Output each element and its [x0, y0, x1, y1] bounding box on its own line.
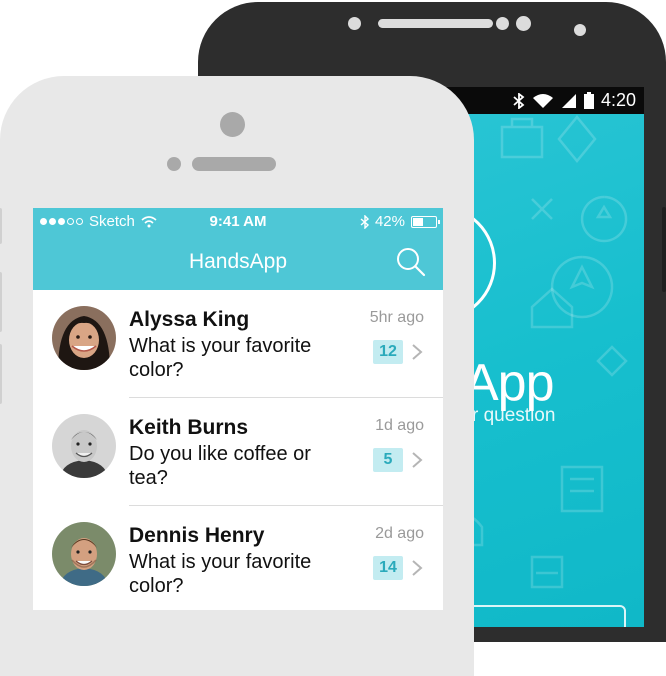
message-preview: Do you like coffee or tea? [129, 443, 311, 489]
timestamp: 2d ago [375, 525, 424, 542]
android-cta-button[interactable] [452, 605, 626, 627]
conversation-row[interactable]: Keith Burns Do you like coffee or tea? 1… [33, 398, 443, 506]
volume-down-button [0, 344, 2, 404]
bluetooth-icon [513, 92, 525, 109]
front-camera [220, 112, 245, 137]
contact-name: Alyssa King [129, 308, 250, 331]
battery-icon [583, 92, 594, 109]
chevron-right-icon [412, 452, 423, 468]
sensor-dot [496, 17, 509, 30]
android-status-time: 4:20 [600, 90, 636, 110]
contact-name: Dennis Henry [129, 524, 265, 547]
message-preview: What is your favorite color? [129, 551, 312, 597]
volume-up-button [0, 272, 2, 332]
avatar [52, 522, 116, 586]
front-camera [516, 16, 531, 31]
bluetooth-icon [360, 214, 369, 229]
sensor-dot [574, 24, 586, 36]
count-badge: 12 [373, 340, 403, 364]
search-icon[interactable] [395, 246, 427, 278]
wifi-icon [532, 93, 553, 108]
iphone-screen: Sketch 9:41 AM 42% HandsApp Alyssa King … [33, 208, 443, 610]
battery-level [413, 217, 424, 226]
conversation-row[interactable]: Alyssa King What is your favorite color?… [33, 290, 443, 398]
chevron-right-icon [412, 560, 423, 576]
speaker-grille [378, 19, 493, 28]
avatar [52, 414, 116, 478]
mute-switch [0, 208, 2, 244]
sensor-dot [348, 17, 361, 30]
chevron-right-icon [412, 344, 423, 360]
nav-title: HandsApp [188, 250, 288, 273]
earpiece-speaker [192, 157, 276, 171]
battery-icon [411, 215, 440, 228]
android-tagline: r question [472, 405, 556, 426]
app-header: Sketch 9:41 AM 42% HandsApp [33, 208, 443, 290]
power-button [662, 207, 666, 292]
timestamp: 5hr ago [369, 309, 424, 326]
android-app-name: App [464, 354, 555, 412]
cell-signal-icon [561, 93, 576, 108]
count-badge: 14 [373, 556, 403, 580]
ios-status-bar: Sketch 9:41 AM 42% [33, 208, 443, 234]
avatar [52, 306, 116, 370]
count-badge: 5 [373, 448, 403, 472]
contact-name: Keith Burns [129, 416, 249, 439]
proximity-sensor [167, 157, 181, 171]
conversation-row[interactable]: Dennis Henry What is your favorite color… [33, 506, 443, 610]
message-preview: What is your favorite color? [129, 335, 312, 381]
battery-percent: 42% [374, 213, 405, 230]
timestamp: 1d ago [375, 417, 424, 434]
